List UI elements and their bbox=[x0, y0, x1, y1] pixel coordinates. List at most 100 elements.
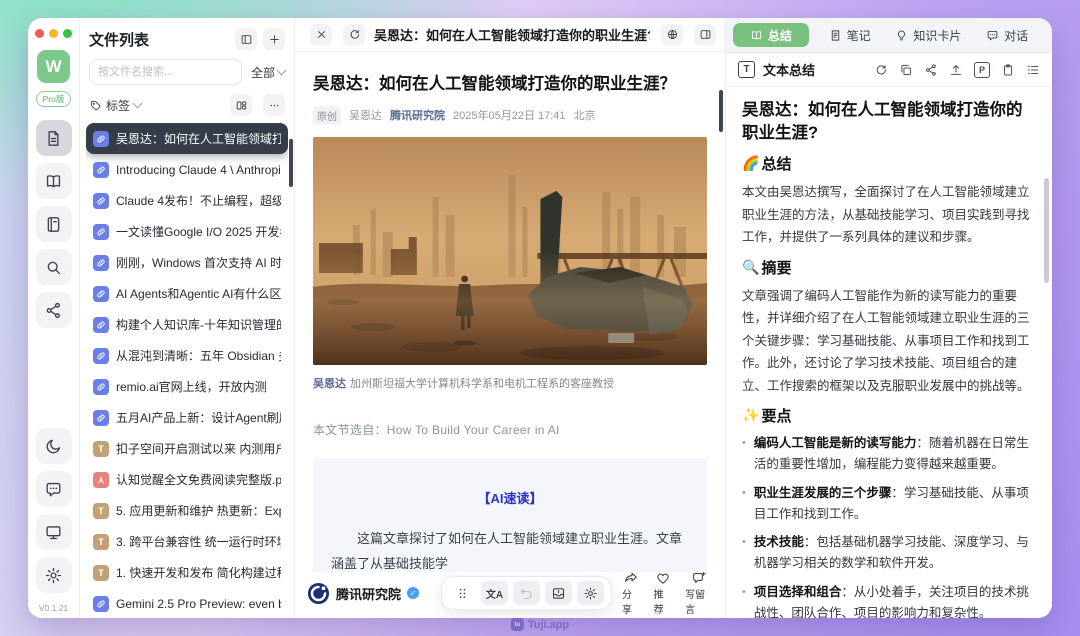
feedback-button[interactable] bbox=[35, 471, 72, 507]
share-action[interactable]: 分享 bbox=[622, 570, 641, 616]
outline-button[interactable] bbox=[1026, 63, 1040, 77]
share-label: 分享 bbox=[622, 590, 633, 616]
link-icon bbox=[93, 347, 109, 364]
zoom-window-button[interactable] bbox=[63, 29, 72, 38]
panel-icon bbox=[240, 33, 253, 46]
save-to-library-button[interactable] bbox=[545, 581, 573, 605]
minimize-window-button[interactable] bbox=[49, 29, 58, 38]
file-icon bbox=[44, 129, 63, 148]
link-icon bbox=[93, 192, 109, 209]
regenerate-button[interactable] bbox=[874, 63, 888, 77]
toolbar-settings-button[interactable] bbox=[577, 581, 605, 605]
pro-badge[interactable]: Pro版 bbox=[35, 91, 72, 107]
tag-label[interactable]: 标签 bbox=[106, 97, 130, 114]
file-item-label: 一文读懂Google I/O 2025 开发者... bbox=[116, 225, 281, 239]
section-heading-abstract: 🔍 摘要 bbox=[742, 258, 792, 277]
cards-view-icon bbox=[235, 99, 248, 112]
add-file-button[interactable] bbox=[263, 28, 285, 50]
undo-button[interactable] bbox=[513, 581, 541, 605]
view-mode-button[interactable] bbox=[230, 94, 252, 116]
magnifier-icon: 🔍 bbox=[742, 258, 760, 275]
open-in-browser-button[interactable] bbox=[661, 23, 683, 46]
pdf-icon bbox=[93, 471, 109, 488]
filter-dropdown[interactable]: 全部 bbox=[251, 64, 287, 81]
tab-chat[interactable]: 对话 bbox=[969, 23, 1045, 47]
share-button[interactable] bbox=[924, 63, 938, 77]
file-item[interactable]: 五月AI产品上新：设计Agent刷屏，... bbox=[86, 402, 288, 433]
tencent-logo bbox=[307, 582, 330, 604]
file-item[interactable]: Gemini 2.5 Pro Preview: even bette... bbox=[86, 588, 288, 618]
summary-toolbar-title: 文本总结 bbox=[763, 63, 816, 78]
file-item[interactable]: AI Agents和Agentic AI有什么区别? bbox=[86, 278, 288, 309]
comment-action[interactable]: 写留言 bbox=[685, 570, 713, 616]
article-title: 吴恩达：如何在人工智能领域打造你的职业生涯？ bbox=[313, 75, 676, 93]
account-info[interactable]: 腾讯研究院 ✓ bbox=[307, 582, 420, 605]
file-item[interactable]: 扣子空间开启测试以来 内测用户已... bbox=[86, 433, 288, 464]
display-button[interactable] bbox=[35, 514, 72, 550]
summary-doc-title: 吴恩达：如何在人工智能领域打造你的职业生涯? bbox=[742, 101, 1023, 143]
export-notion-button[interactable]: P bbox=[974, 61, 990, 78]
ai-quick-read-title: 【AI速读】 bbox=[477, 491, 543, 506]
bullet-dot: • bbox=[742, 536, 746, 549]
file-search-input[interactable] bbox=[89, 59, 242, 85]
file-item-label: 认知觉醒全文免费阅读完整版.pdf bbox=[116, 473, 281, 487]
translate-button[interactable]: 文A bbox=[481, 581, 509, 605]
settings-button[interactable] bbox=[35, 557, 72, 593]
close-window-button[interactable] bbox=[35, 29, 44, 38]
summary-scrollbar[interactable] bbox=[1044, 178, 1049, 283]
icon-rail: W Pro版 V0.1.21 bbox=[28, 18, 80, 618]
copy-button[interactable] bbox=[899, 63, 913, 77]
article-scrollbar[interactable] bbox=[719, 90, 723, 132]
close-tab-button[interactable] bbox=[310, 23, 332, 46]
export-button[interactable] bbox=[949, 63, 963, 77]
drag-handle[interactable] bbox=[449, 581, 476, 605]
comment-plus-icon bbox=[691, 570, 707, 586]
dark-mode-button[interactable] bbox=[35, 428, 72, 464]
rail-reader-button[interactable] bbox=[35, 163, 72, 199]
more-options-button[interactable] bbox=[263, 94, 285, 116]
file-item[interactable]: 一文读懂Google I/O 2025 开发者... bbox=[86, 216, 288, 247]
tag-icon[interactable] bbox=[89, 99, 102, 112]
section-text-summary: 本文由吴恩达撰写，全面探讨了在人工智能领域建立职业生涯的方法，从基础技能学习、项… bbox=[742, 185, 1030, 245]
tab-notes[interactable]: 笔记 bbox=[812, 23, 888, 47]
rail-search-button[interactable] bbox=[35, 249, 72, 285]
file-item[interactable]: 吴恩达：如何在人工智能领域打造... bbox=[86, 123, 288, 154]
file-item[interactable]: 5. 应用更新和维护 热更新：Expo ... bbox=[86, 495, 288, 526]
desktop-watermark: tu Tuji.app bbox=[510, 618, 569, 631]
rail-files-button[interactable] bbox=[35, 120, 72, 156]
file-list-scrollbar[interactable] bbox=[289, 139, 293, 187]
bullet-dot: • bbox=[742, 486, 746, 499]
file-item-label: 扣子空间开启测试以来 内测用户已... bbox=[116, 442, 281, 456]
tab-knowledge-cards[interactable]: 知识卡片 bbox=[891, 23, 967, 47]
rail-share-button[interactable] bbox=[35, 292, 72, 328]
link-icon bbox=[93, 223, 109, 240]
chevron-down-icon bbox=[276, 65, 287, 76]
reload-button[interactable] bbox=[343, 23, 365, 46]
file-item[interactable]: Introducing Claude 4 \ Anthropic bbox=[86, 154, 288, 185]
article-source-link[interactable]: 腾讯研究院 bbox=[390, 107, 445, 123]
article-content[interactable]: 吴恩达：如何在人工智能领域打造你的职业生涯？ 原创 吴恩达 腾讯研究院 2025… bbox=[295, 52, 725, 572]
like-action[interactable]: 推荐 bbox=[654, 570, 673, 616]
caption-author-link[interactable]: 吴恩达 bbox=[313, 378, 346, 390]
file-item[interactable]: 3. 跨平台兼容性 统一运行时环境：... bbox=[86, 526, 288, 557]
file-item[interactable]: 1. 快速开发和发布 简化构建过程：... bbox=[86, 557, 288, 588]
close-icon bbox=[315, 28, 328, 41]
file-item[interactable]: Claude 4发布！不止编程，超级Ag... bbox=[86, 185, 288, 216]
tab-summary[interactable]: 总结 bbox=[733, 23, 809, 47]
tuji-logo-icon: tu bbox=[510, 618, 524, 631]
chat-bubble-icon bbox=[986, 29, 999, 42]
toggle-sidebar-button[interactable] bbox=[694, 23, 716, 46]
file-item[interactable]: 从混沌到清晰：五年 Obsidian 多笔... bbox=[86, 340, 288, 371]
file-item-label: 5. 应用更新和维护 热更新：Expo ... bbox=[116, 504, 281, 518]
file-item[interactable]: remio.ai官网上线，开放内测 bbox=[86, 371, 288, 402]
share-arrow-icon bbox=[623, 570, 639, 586]
rail-notebook-button[interactable] bbox=[35, 206, 72, 242]
chat-bubble-icon bbox=[44, 480, 63, 499]
file-item[interactable]: 刚刚，Windows 首次支持 AI 时代... bbox=[86, 247, 288, 278]
clipboard-button[interactable] bbox=[1001, 63, 1015, 77]
bullet-dot: • bbox=[742, 437, 746, 450]
collapse-panel-button[interactable] bbox=[235, 28, 257, 50]
summary-content[interactable]: 吴恩达：如何在人工智能领域打造你的职业生涯? 🌈 总结 本文由吴恩达撰写，全面探讨… bbox=[726, 87, 1052, 618]
file-item[interactable]: 构建个人知识库-十年知识管理的工... bbox=[86, 309, 288, 340]
file-item[interactable]: 认知觉醒全文免费阅读完整版.pdf bbox=[86, 464, 288, 495]
